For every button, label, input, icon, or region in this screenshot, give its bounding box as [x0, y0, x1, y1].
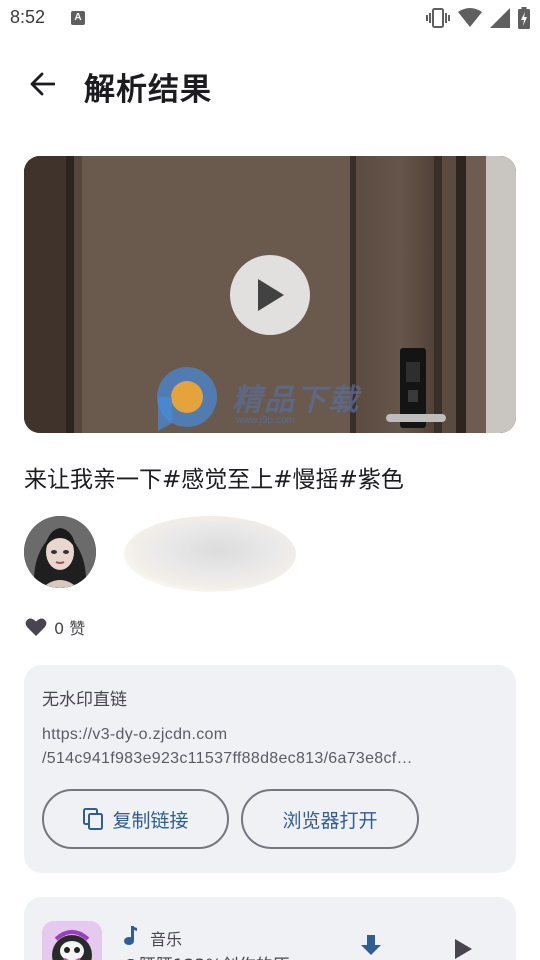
back-button[interactable] — [20, 66, 64, 102]
avatar[interactable] — [24, 516, 96, 588]
video-preview[interactable]: 精品下载 www.j9p.com — [24, 156, 516, 433]
download-link-card: 无水印直链 https://v3-dy-o.zjcdn.com /514c941… — [24, 665, 516, 873]
download-icon[interactable] — [358, 933, 384, 959]
status-bar: 8:52 A — [0, 0, 540, 36]
play-icon — [258, 279, 284, 311]
avatar-image — [24, 516, 96, 588]
status-icons — [426, 6, 530, 30]
music-cover — [42, 921, 102, 960]
status-time: 8:52 — [10, 7, 46, 27]
watermark-text: 精品下载 — [232, 382, 360, 418]
likes-count: 0 赞 — [54, 619, 86, 638]
heart-icon — [25, 618, 47, 636]
video-caption: 来让我亲一下#感觉至上#慢摇#紫色 — [24, 467, 404, 493]
open-in-browser-button[interactable]: 浏览器打开 — [241, 789, 419, 849]
link-url-line1: https://v3-dy-o.zjcdn.com — [42, 726, 228, 743]
arrow-back-icon — [30, 72, 55, 96]
copy-icon — [83, 808, 104, 830]
vibrate-icon — [426, 8, 450, 28]
watermark-logo-icon — [157, 367, 217, 431]
battery-charging-icon — [518, 7, 530, 29]
play-icon[interactable] — [452, 937, 474, 960]
watermark: 精品下载 www.j9p.com — [154, 367, 360, 433]
page-title: 解析结果 — [84, 72, 212, 108]
app-bar: 解析结果 — [0, 52, 540, 116]
music-cover-image — [42, 921, 102, 960]
author-row — [24, 516, 516, 592]
notification-a-icon: A — [71, 11, 85, 25]
link-label: 无水印直链 — [42, 690, 127, 710]
copy-link-button[interactable]: 复制链接 — [42, 789, 229, 849]
copy-link-label: 复制链接 — [112, 809, 189, 832]
music-card: 音乐 @腰腰123%创作的原 — [24, 897, 516, 960]
link-url[interactable]: https://v3-dy-o.zjcdn.com /514c941f983e9… — [42, 723, 498, 771]
open-in-browser-label: 浏览器打开 — [282, 809, 378, 832]
author-name-blurred — [124, 516, 296, 592]
link-url-line2: /514c941f983e923c11537ff88d8ec813/6a73e8… — [42, 750, 413, 767]
wifi-icon — [458, 8, 482, 27]
music-note-icon — [124, 926, 137, 945]
likes-row: 0 赞 — [24, 614, 85, 640]
play-button[interactable] — [230, 255, 310, 335]
music-label: 音乐 — [150, 930, 183, 949]
music-title: @腰腰123%创作的原 — [122, 951, 290, 960]
signal-icon — [490, 8, 510, 28]
